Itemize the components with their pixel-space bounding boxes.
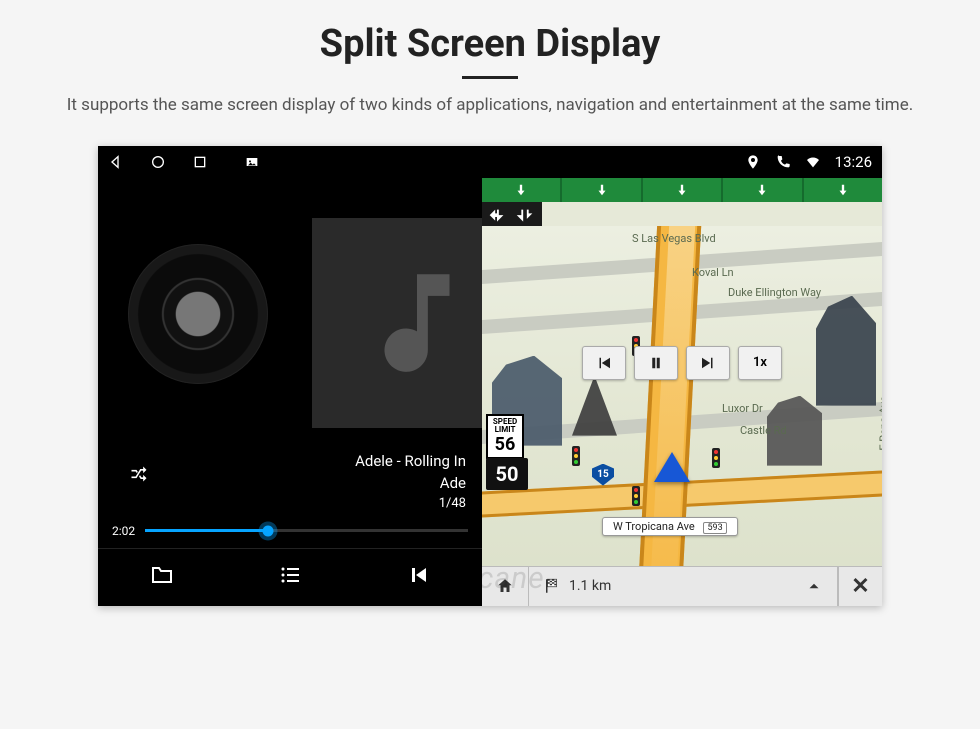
playlist-button[interactable] bbox=[276, 563, 304, 591]
sim-playback-controls: 1x bbox=[582, 346, 782, 380]
gps-close-button[interactable]: ✕ bbox=[838, 567, 882, 606]
street-label: Luxor Dr bbox=[722, 402, 763, 415]
player-bottom-bar bbox=[98, 548, 482, 606]
seek-fill bbox=[145, 529, 268, 532]
vehicle-arrow-icon bbox=[654, 452, 690, 482]
turn-right-icon bbox=[514, 206, 536, 228]
street-label: Castle Rd bbox=[740, 424, 787, 437]
gps-remaining-distance: 1.1 km bbox=[569, 578, 611, 594]
street-label: E Reno Ave bbox=[878, 396, 882, 451]
speed-limit-sign: SPEED LIMIT 56 bbox=[486, 414, 524, 459]
traffic-light-icon bbox=[712, 448, 720, 468]
home-icon[interactable] bbox=[150, 154, 166, 170]
lane-arrow-icon bbox=[562, 178, 642, 202]
lane-arrow-icon bbox=[723, 178, 803, 202]
current-speed: 50 bbox=[486, 458, 528, 490]
lane-arrow-icon bbox=[804, 178, 882, 202]
device-screenshot: 13:26 Adele - Rolling In Ade 1/48 2:02 bbox=[98, 146, 882, 606]
gps-bottom-bar: 1.1 km ✕ bbox=[482, 566, 882, 606]
page-title: Split Screen Display bbox=[0, 22, 980, 66]
track-title: Adele - Rolling In bbox=[114, 451, 466, 473]
status-bar: 13:26 bbox=[98, 146, 882, 178]
chevron-up-icon[interactable] bbox=[805, 577, 823, 595]
lane-guidance-strip bbox=[482, 178, 882, 202]
folder-button[interactable] bbox=[148, 563, 176, 591]
track-artist: Ade bbox=[114, 473, 466, 495]
recent-apps-icon[interactable] bbox=[192, 154, 208, 170]
street-label: Duke Ellington Way bbox=[728, 286, 821, 299]
gps-route-info[interactable]: 1.1 km bbox=[529, 567, 838, 606]
map-canvas[interactable]: S Las Vegas Blvd Koval Ln Duke Ellington… bbox=[482, 226, 882, 566]
gps-home-button[interactable] bbox=[482, 567, 529, 606]
vinyl-disc[interactable] bbox=[128, 244, 268, 384]
page-subtitle: It supports the same screen display of t… bbox=[60, 93, 920, 118]
status-clock: 13:26 bbox=[835, 153, 872, 171]
wifi-icon bbox=[805, 154, 821, 170]
street-label: S Las Vegas Blvd bbox=[632, 232, 716, 245]
sim-speed-button[interactable]: 1x bbox=[738, 346, 782, 380]
gps-pane: 300 m 650 m S Las Vegas Blvd Koval Ln Du… bbox=[482, 146, 882, 606]
street-label: Koval Ln bbox=[692, 266, 734, 279]
picture-icon[interactable] bbox=[244, 154, 260, 170]
sim-next-button[interactable] bbox=[686, 346, 730, 380]
back-icon[interactable] bbox=[108, 154, 124, 170]
music-player-pane: Adele - Rolling In Ade 1/48 2:02 bbox=[98, 146, 482, 606]
traffic-light-icon bbox=[632, 486, 640, 506]
turn-left-icon bbox=[486, 206, 508, 228]
track-metadata: Adele - Rolling In Ade 1/48 bbox=[98, 451, 482, 517]
album-art-area bbox=[98, 178, 482, 452]
current-street-pill: W Tropicana Ave 593 bbox=[602, 517, 738, 536]
album-placeholder bbox=[312, 218, 482, 428]
lane-arrow-icon bbox=[482, 178, 562, 202]
checkered-flag-icon bbox=[543, 577, 561, 595]
previous-track-button[interactable] bbox=[404, 563, 432, 591]
route-badge: 593 bbox=[703, 522, 726, 534]
elapsed-time: 2:02 bbox=[112, 524, 135, 538]
sim-prev-button[interactable] bbox=[582, 346, 626, 380]
interstate-shield: 15 bbox=[592, 464, 614, 486]
shuffle-button[interactable] bbox=[126, 464, 152, 488]
track-index: 1/48 bbox=[114, 495, 466, 514]
lane-arrow-icon bbox=[643, 178, 723, 202]
seek-knob[interactable] bbox=[262, 525, 273, 536]
phone-icon[interactable] bbox=[775, 154, 791, 170]
location-icon[interactable] bbox=[745, 154, 761, 170]
title-underline bbox=[462, 76, 518, 79]
progress-row: 2:02 bbox=[98, 518, 482, 548]
seek-bar[interactable] bbox=[145, 529, 468, 532]
sim-pause-button[interactable] bbox=[634, 346, 678, 380]
speed-limit-value: 56 bbox=[488, 435, 522, 455]
traffic-light-icon bbox=[572, 446, 580, 466]
